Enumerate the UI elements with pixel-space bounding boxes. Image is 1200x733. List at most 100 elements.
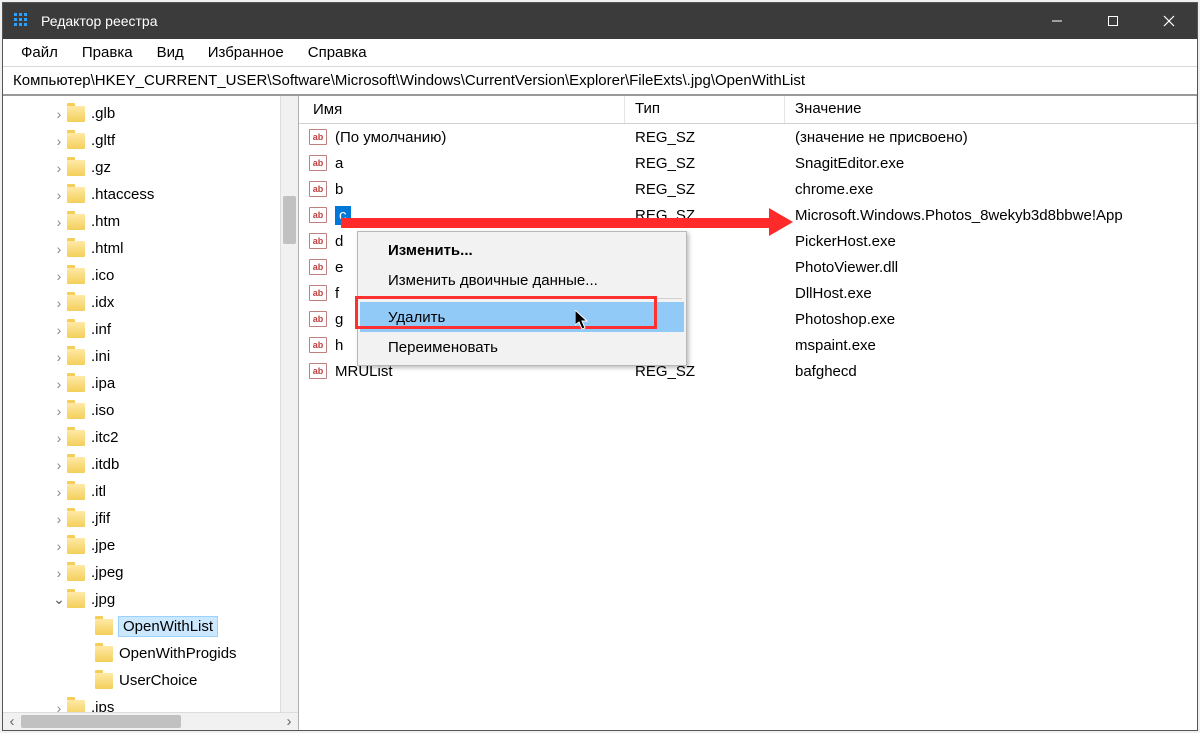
- menu-view[interactable]: Вид: [145, 42, 196, 63]
- context-menu-rename[interactable]: Переименовать: [360, 332, 684, 362]
- list-header[interactable]: Имя Тип Значение: [299, 96, 1197, 124]
- hscroll-right-button[interactable]: ›: [280, 713, 298, 731]
- folder-icon: [67, 538, 85, 554]
- tree-item[interactable]: › .gltf: [3, 127, 298, 154]
- chevron-right-icon[interactable]: ›: [51, 295, 67, 311]
- folder-icon: [67, 457, 85, 473]
- tree-item-label: .ico: [91, 267, 120, 284]
- tree-item[interactable]: › .glb: [3, 100, 298, 127]
- close-button[interactable]: [1141, 3, 1197, 39]
- context-menu-modify-binary[interactable]: Изменить двоичные данные...: [360, 265, 684, 295]
- hscroll-thumb[interactable]: [21, 715, 181, 728]
- value-row[interactable]: abaREG_SZSnagitEditor.exe: [299, 150, 1197, 176]
- tree-item[interactable]: ›.html: [3, 235, 298, 262]
- tree-item[interactable]: ›.jpe: [3, 532, 298, 559]
- column-data[interactable]: Значение: [785, 96, 1197, 123]
- tree-item[interactable]: ⌄.jpg: [3, 586, 298, 613]
- context-menu-modify[interactable]: Изменить...: [360, 235, 684, 265]
- value-data: (значение не присвоено): [785, 129, 1197, 146]
- menu-edit[interactable]: Правка: [70, 42, 145, 63]
- chevron-right-icon[interactable]: ›: [51, 268, 67, 284]
- string-value-icon: ab: [309, 207, 327, 223]
- hscroll-track[interactable]: [21, 713, 280, 730]
- tree-item[interactable]: › .ico: [3, 262, 298, 289]
- tree-item[interactable]: ›.inf: [3, 316, 298, 343]
- folder-icon: [67, 133, 85, 149]
- tree-item-label: .gltf: [91, 132, 121, 149]
- window-buttons: [1029, 3, 1197, 39]
- tree-item[interactable]: ›.ipa: [3, 370, 298, 397]
- tree-item[interactable]: ›.itdb: [3, 451, 298, 478]
- menu-file[interactable]: Файл: [9, 42, 70, 63]
- tree-item[interactable]: ›.iso: [3, 397, 298, 424]
- tree-item[interactable]: › .jpeg: [3, 559, 298, 586]
- tree-item-label: OpenWithProgids: [119, 645, 243, 662]
- chevron-right-icon[interactable]: ›: [51, 565, 67, 581]
- tree-item-label: .idx: [91, 294, 120, 311]
- tree-item-label: .glb: [91, 105, 121, 122]
- tree-item[interactable]: ›.jfif: [3, 505, 298, 532]
- tree-item[interactable]: OpenWithList: [3, 613, 298, 640]
- chevron-right-icon[interactable]: ›: [51, 538, 67, 554]
- value-name: b: [335, 181, 343, 198]
- chevron-right-icon[interactable]: ›: [51, 241, 67, 257]
- tree-vertical-scrollbar[interactable]: [280, 96, 298, 712]
- chevron-right-icon[interactable]: ›: [51, 214, 67, 230]
- chevron-right-icon[interactable]: ›: [51, 457, 67, 473]
- tree-item[interactable]: ›.gz: [3, 154, 298, 181]
- tree-item[interactable]: › .itl: [3, 478, 298, 505]
- tree-item[interactable]: › .ini: [3, 343, 298, 370]
- app-icon: [13, 12, 31, 30]
- chevron-right-icon[interactable]: ›: [51, 430, 67, 446]
- chevron-right-icon[interactable]: ›: [51, 700, 67, 713]
- value-data: Photoshop.exe: [785, 311, 1197, 328]
- chevron-right-icon[interactable]: ›: [51, 403, 67, 419]
- column-type[interactable]: Тип: [625, 96, 785, 123]
- tree-item[interactable]: › .idx: [3, 289, 298, 316]
- value-row[interactable]: abbREG_SZchrome.exe: [299, 176, 1197, 202]
- tree-item[interactable]: OpenWithProgids: [3, 640, 298, 667]
- titlebar[interactable]: Редактор реестра: [3, 3, 1197, 39]
- value-row[interactable]: abcREG_SZMicrosoft.Windows.Photos_8wekyb…: [299, 202, 1197, 228]
- string-value-icon: ab: [309, 285, 327, 301]
- chevron-right-icon[interactable]: ›: [51, 106, 67, 122]
- value-data: chrome.exe: [785, 181, 1197, 198]
- maximize-button[interactable]: [1085, 3, 1141, 39]
- menu-help[interactable]: Справка: [296, 42, 379, 63]
- chevron-right-icon[interactable]: ›: [51, 187, 67, 203]
- tree-item[interactable]: ›.jps: [3, 694, 298, 712]
- chevron-right-icon[interactable]: ›: [51, 349, 67, 365]
- menu-favorites[interactable]: Избранное: [196, 42, 296, 63]
- tree-item[interactable]: ›.htaccess: [3, 181, 298, 208]
- address-bar[interactable]: Компьютер\HKEY_CURRENT_USER\Software\Mic…: [3, 67, 1197, 95]
- column-name[interactable]: Имя: [299, 96, 625, 123]
- chevron-right-icon[interactable]: ›: [51, 322, 67, 338]
- tree-item-label: .jpeg: [91, 564, 130, 581]
- tree-horizontal-scrollbar[interactable]: ‹ ›: [3, 712, 298, 730]
- content-area: ›.glb›.gltf›.gz›.htaccess›.htm›.html›.ic…: [3, 95, 1197, 730]
- minimize-button[interactable]: [1029, 3, 1085, 39]
- tree-item[interactable]: ›.itc2: [3, 424, 298, 451]
- chevron-right-icon[interactable]: ›: [51, 376, 67, 392]
- context-menu-delete[interactable]: Удалить: [360, 302, 684, 332]
- tree-item-label: .itl: [91, 483, 112, 500]
- registry-tree[interactable]: ›.glb›.gltf›.gz›.htaccess›.htm›.html›.ic…: [3, 96, 298, 712]
- chevron-right-icon[interactable]: ›: [51, 484, 67, 500]
- value-row[interactable]: ab(По умолчанию)REG_SZ(значение не присв…: [299, 124, 1197, 150]
- tree-item-label: .ini: [91, 348, 116, 365]
- folder-icon: [67, 484, 85, 500]
- folder-icon: [67, 106, 85, 122]
- hscroll-left-button[interactable]: ‹: [3, 713, 21, 731]
- tree-scroll-thumb[interactable]: [283, 196, 296, 244]
- chevron-down-icon[interactable]: ⌄: [51, 591, 67, 608]
- menubar: Файл Правка Вид Избранное Справка: [3, 39, 1197, 67]
- chevron-right-icon[interactable]: ›: [51, 133, 67, 149]
- tree-item[interactable]: ›.htm: [3, 208, 298, 235]
- chevron-right-icon[interactable]: ›: [51, 511, 67, 527]
- chevron-right-icon[interactable]: ›: [51, 160, 67, 176]
- folder-icon: [67, 187, 85, 203]
- string-value-icon: ab: [309, 311, 327, 327]
- regedit-window: Редактор реестра Файл Правка Вид Избранн…: [2, 2, 1198, 731]
- tree-item[interactable]: UserChoice: [3, 667, 298, 694]
- value-list[interactable]: ab(По умолчанию)REG_SZ(значение не присв…: [299, 124, 1197, 730]
